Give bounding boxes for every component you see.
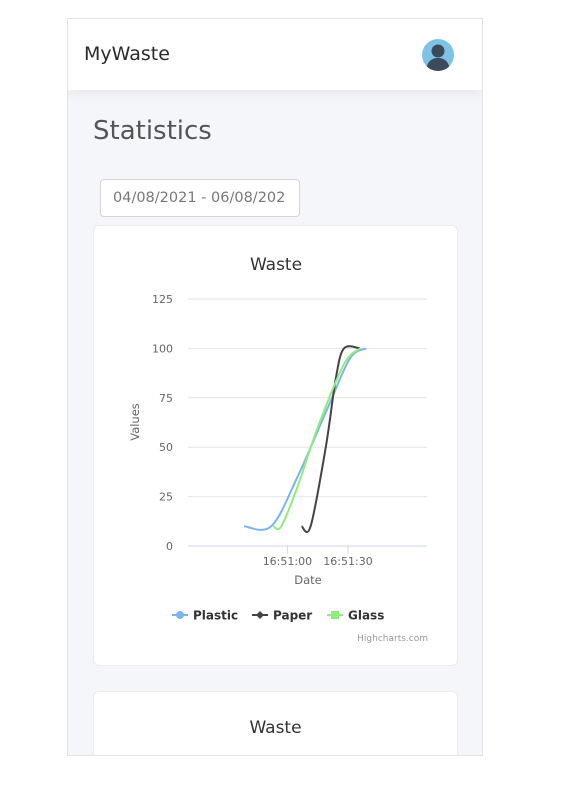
legend-label: Plastic — [193, 609, 238, 623]
x-tick-label: 16:51:00 — [263, 555, 312, 568]
x-axis: 16:51:00 16:51:30 — [263, 546, 373, 568]
app-frame: MyWaste Statistics Waste 0 25 50 75 100 125 1… — [67, 18, 483, 756]
chart-card-second: Waste — [93, 691, 458, 755]
legend-label: Paper — [273, 609, 312, 623]
y-tick-label: 125 — [152, 293, 173, 306]
y-tick-label: 25 — [159, 491, 173, 504]
legend: Plastic Paper Glass — [172, 609, 384, 623]
y-tick-label: 75 — [159, 392, 173, 405]
legend-marker-diamond — [256, 611, 264, 619]
waste-chart: Waste 0 25 50 75 100 125 16:51:00 16:51:30 Val… — [128, 255, 428, 644]
chart-card: Waste 0 25 50 75 100 125 16:51:00 16:51:30 Val… — [93, 225, 458, 666]
x-tick-label: 16:51:30 — [323, 555, 372, 568]
series-line-paper — [300, 345, 361, 534]
x-axis-label: Date — [294, 573, 322, 587]
top-bar: MyWaste — [68, 19, 482, 90]
legend-label: Glass — [348, 609, 384, 623]
user-avatar-icon[interactable] — [422, 39, 454, 71]
legend-item-glass[interactable]: Glass — [327, 609, 384, 623]
grid-lines — [188, 298, 427, 547]
legend-item-plastic[interactable]: Plastic — [172, 609, 238, 623]
y-tick-label: 50 — [159, 441, 173, 454]
series-lines — [243, 345, 367, 534]
chart-title-second: Waste — [249, 718, 302, 738]
date-range-input[interactable] — [100, 179, 300, 217]
series-line-plastic — [243, 347, 367, 531]
app-title: MyWaste — [84, 43, 170, 65]
chart-title: Waste — [250, 255, 302, 275]
y-tick-label: 100 — [152, 342, 173, 355]
page-title: Statistics — [93, 116, 212, 146]
legend-marker-square — [331, 611, 339, 619]
y-axis-ticks: 0 25 50 75 100 125 — [152, 293, 173, 553]
legend-marker-circle — [176, 611, 184, 619]
credits-link[interactable]: Highcharts.com — [357, 634, 428, 644]
legend-item-paper[interactable]: Paper — [252, 609, 312, 623]
y-axis-label: Values — [128, 403, 142, 441]
avatar-silhouette — [426, 44, 450, 71]
y-tick-label: 0 — [166, 540, 173, 553]
